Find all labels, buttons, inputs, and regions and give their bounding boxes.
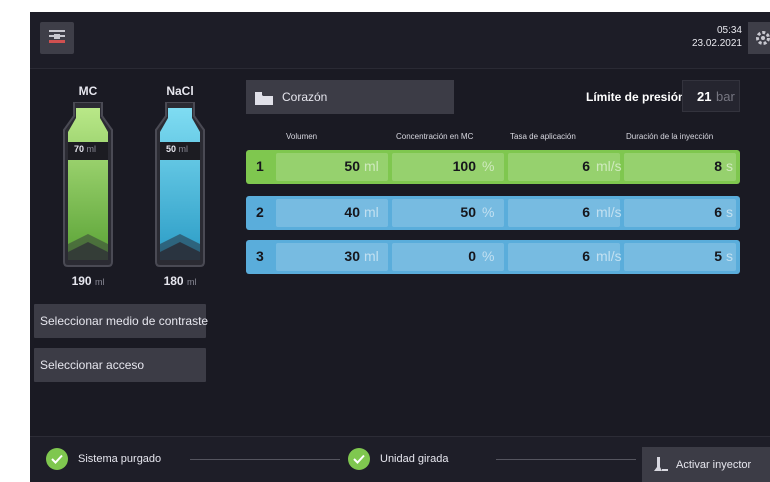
folder-icon <box>255 92 273 105</box>
protocol-button[interactable]: Corazón <box>246 80 454 114</box>
phase-concentration-unit: % <box>482 158 495 174</box>
pressure-limit-unit: bar <box>716 89 735 104</box>
phase-volume-unit: ml <box>364 158 379 174</box>
phase-rate: 6 <box>582 158 590 174</box>
phase-number: 1 <box>256 158 264 174</box>
settings-button[interactable] <box>748 22 770 54</box>
phase-duration: 6 <box>714 204 722 220</box>
clock: 05:34 23.02.2021 <box>692 24 742 50</box>
mc-fill-level: 70 ml <box>74 144 96 154</box>
nacl-volume-value: 180 <box>163 274 184 288</box>
status-divider <box>496 459 636 460</box>
phase-concentration: 100 <box>452 158 476 174</box>
nacl-bottle[interactable] <box>152 102 208 268</box>
nacl-fill-value: 50 <box>166 144 177 154</box>
pressure-limit-value: 21 <box>697 89 712 104</box>
select-access-button[interactable]: Seleccionar acceso <box>34 348 206 382</box>
col-header-concentration: Concentración en MC <box>396 132 474 141</box>
protocol-name: Corazón <box>282 90 328 104</box>
phase-rate: 6 <box>582 204 590 220</box>
pressure-limit-label: Límite de presión <box>586 90 686 104</box>
phase-row-3[interactable]: 3 30 ml 0 % 6 ml/s 5 s <box>246 240 740 274</box>
phase-rate-unit: ml/s <box>596 158 622 174</box>
phase-concentration: 0 <box>468 248 476 264</box>
phase-row-2[interactable]: 2 40 ml 50 % 6 ml/s 6 s <box>246 196 740 230</box>
check-icon <box>46 448 68 470</box>
bottle-label-nacl: NaCl <box>166 84 194 98</box>
select-contrast-button[interactable]: Seleccionar medio de contraste <box>34 304 208 338</box>
nacl-fill-unit: ml <box>178 144 189 154</box>
activate-injector-label: Activar inyector <box>676 459 752 471</box>
status-divider <box>190 459 340 460</box>
phase-volume-unit: ml <box>364 248 379 264</box>
phase-rate-unit: ml/s <box>596 204 622 220</box>
phase-duration: 8 <box>714 158 722 174</box>
col-header-duration: Duración de la inyección <box>626 132 714 141</box>
nacl-volume-unit: ml <box>186 277 197 287</box>
clock-date: 23.02.2021 <box>691 38 742 49</box>
status-rotated: Unidad girada <box>380 453 449 465</box>
phase-duration-unit: s <box>726 158 733 174</box>
mc-volume: 190 ml <box>58 274 118 288</box>
col-header-rate: Tasa de aplicación <box>510 132 576 141</box>
pressure-limit-field[interactable]: 21 bar <box>682 80 740 112</box>
nacl-fill-level: 50 ml <box>166 144 188 154</box>
clock-time: 05:34 <box>716 25 742 36</box>
phase-rate-unit: ml/s <box>596 248 622 264</box>
mc-fill-unit: ml <box>86 144 97 154</box>
top-bar: 05:34 23.02.2021 <box>30 12 770 69</box>
mc-fill-value: 70 <box>74 144 85 154</box>
phase-number: 2 <box>256 204 264 220</box>
col-header-volume: Volumen <box>286 132 318 141</box>
phase-volume: 40 <box>344 204 360 220</box>
menu-icon <box>49 30 65 43</box>
phase-volume-unit: ml <box>364 204 379 220</box>
phase-concentration: 50 <box>460 204 476 220</box>
activate-injector-button[interactable]: Activar inyector <box>642 447 770 482</box>
check-icon <box>348 448 370 470</box>
injector-icon <box>654 457 668 471</box>
phase-rate: 6 <box>582 248 590 264</box>
injector-screen: 05:34 23.02.2021 MC NaCl 70 ml 50 ml 190… <box>30 12 770 482</box>
mc-volume-value: 190 <box>71 274 92 288</box>
mc-bottle[interactable] <box>60 102 116 268</box>
phase-row-1[interactable]: 1 50 ml 100 % 6 ml/s 8 s <box>246 150 740 184</box>
bottle-label-mc: MC <box>78 84 98 98</box>
phase-duration: 5 <box>714 248 722 264</box>
status-bar: Sistema purgado Unidad girada Activar in… <box>30 436 770 482</box>
gear-icon <box>756 31 770 45</box>
phase-concentration-unit: % <box>482 248 495 264</box>
phase-volume: 30 <box>344 248 360 264</box>
phase-duration-unit: s <box>726 248 733 264</box>
menu-button[interactable] <box>40 22 74 54</box>
mc-volume-unit: ml <box>94 277 105 287</box>
phase-concentration-unit: % <box>482 204 495 220</box>
phase-number: 3 <box>256 248 264 264</box>
phase-duration-unit: s <box>726 204 733 220</box>
phase-volume: 50 <box>344 158 360 174</box>
nacl-volume: 180 ml <box>150 274 210 288</box>
status-purged: Sistema purgado <box>78 453 162 465</box>
